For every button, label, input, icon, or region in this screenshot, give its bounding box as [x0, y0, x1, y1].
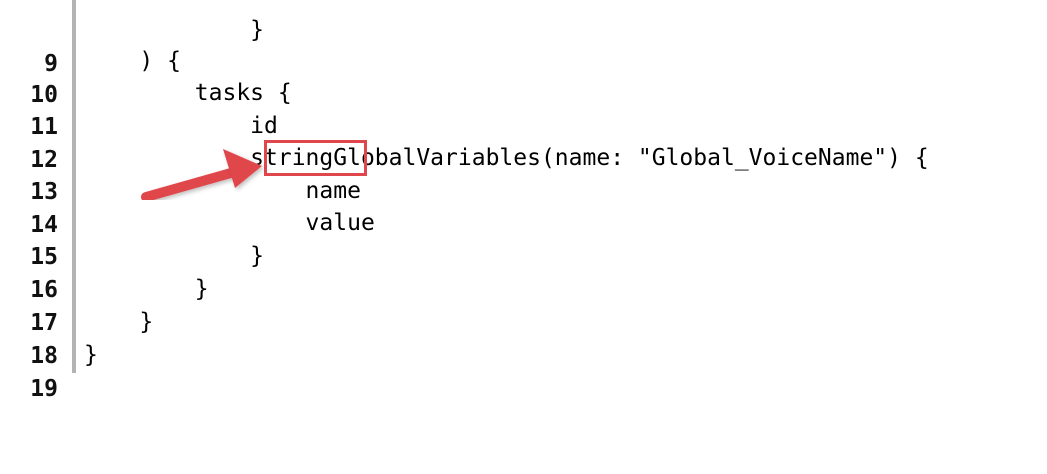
code-text: tasks { — [84, 80, 292, 106]
code-text: } — [84, 243, 265, 269]
line-number: 19 — [30, 376, 58, 402]
code-text: } — [84, 342, 98, 368]
code-text: } — [84, 309, 154, 335]
code-line: 19 } — [0, 338, 1047, 402]
code-text: stringGlobalVariables(name: "Global_Voic… — [84, 145, 929, 171]
code-text: value — [84, 210, 375, 236]
code-line: 17 } — [0, 272, 1047, 336]
code-line: 12 id — [0, 109, 1047, 173]
code-editor: 9 } 10 ) { 11 tasks { 12 id 13 stringGlo… — [0, 0, 1047, 402]
code-line: 9 } — [0, 13, 1047, 77]
code-text: ) { — [84, 48, 181, 74]
code-line: 10 ) { — [0, 44, 1047, 108]
code-text: id — [84, 113, 278, 139]
code-text: } — [84, 276, 209, 302]
code-line: 16 } — [0, 239, 1047, 303]
code-line: 13 stringGlobalVariables(name: "Global_V… — [0, 141, 1047, 205]
code-text: } — [84, 17, 265, 43]
code-line: 18 } — [0, 305, 1047, 369]
code-text: name — [84, 178, 361, 204]
code-line: 14 name — [0, 174, 1047, 238]
string-highlight-box — [264, 140, 367, 176]
code-line: 11 tasks { — [0, 76, 1047, 140]
code-line: 15 value — [0, 206, 1047, 270]
